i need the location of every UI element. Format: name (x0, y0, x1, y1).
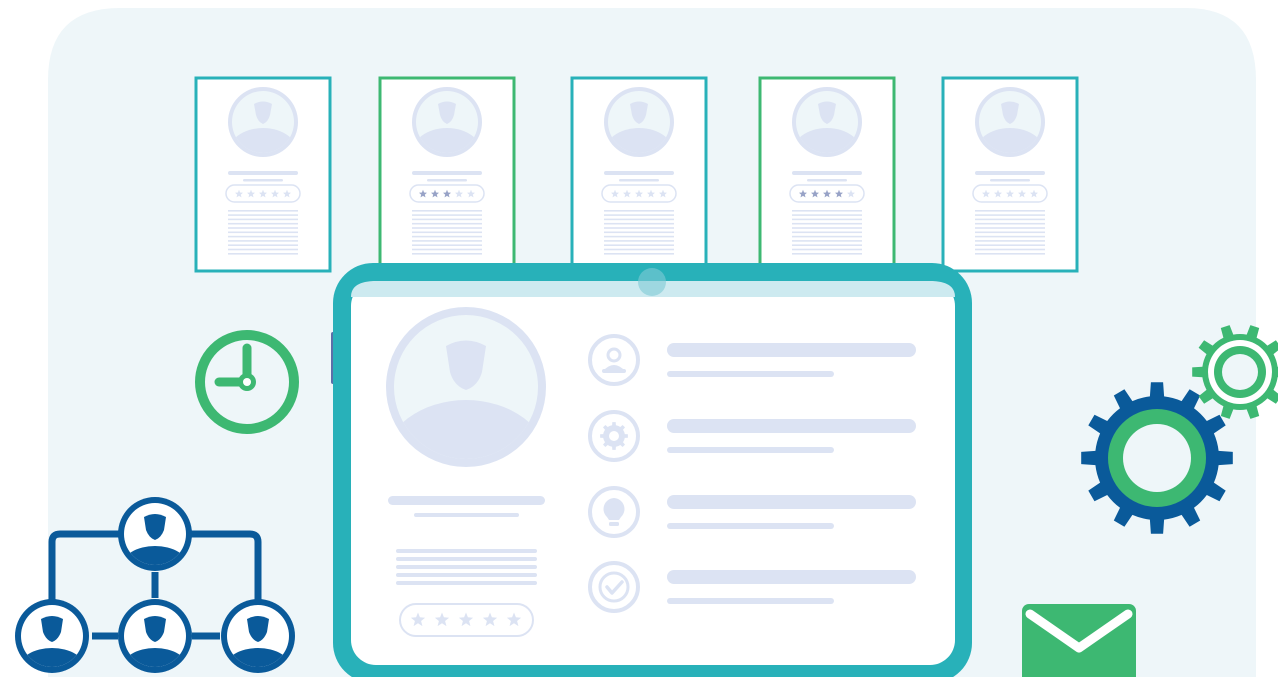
illustration-canvas (15, 8, 1278, 677)
profile-card (194, 76, 332, 273)
profile-card-row (194, 76, 1079, 273)
card-rating (601, 184, 677, 203)
tablet-rating (399, 603, 534, 637)
envelope-icon (1022, 604, 1136, 677)
tablet-camera (638, 268, 666, 296)
profile-card (378, 76, 516, 273)
card-rating (972, 184, 1048, 203)
tablet-profile (331, 263, 972, 677)
hr-profiles-illustration (0, 0, 1278, 677)
card-rating (789, 184, 865, 203)
profile-card (758, 76, 896, 273)
card-rating (225, 184, 301, 203)
profile-card (941, 76, 1079, 273)
card-rating (409, 184, 485, 203)
profile-card (570, 76, 708, 273)
